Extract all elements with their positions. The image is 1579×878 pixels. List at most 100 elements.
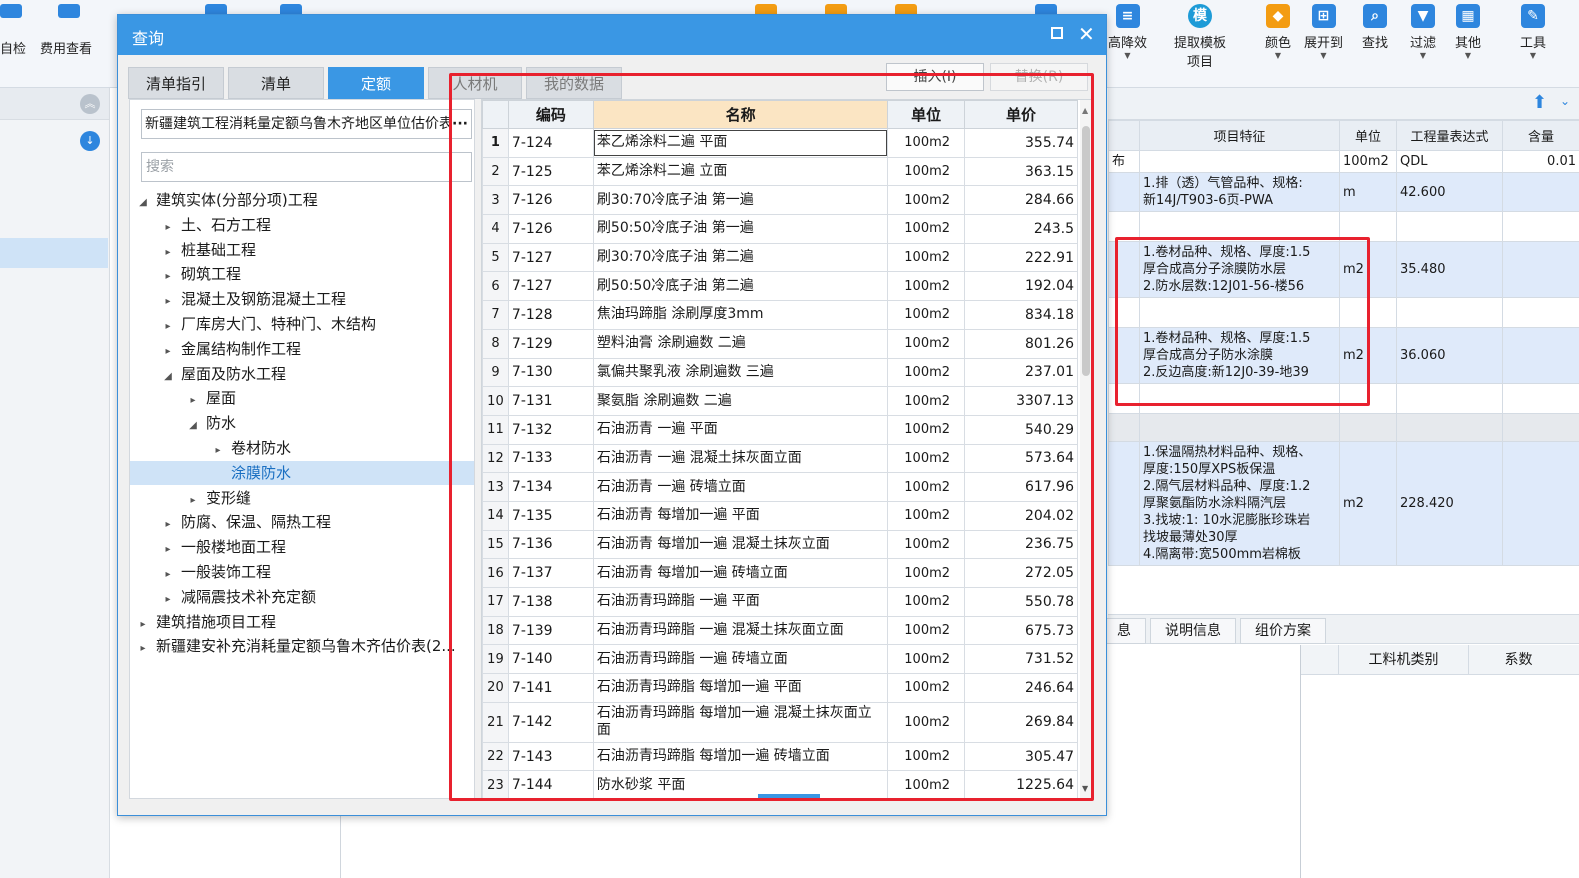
table-row[interactable]: 布 100m2 QDL 0.01: [1108, 150, 1579, 173]
table-row[interactable]: 12 7-133 石油沥青 一遍 混凝土抹灰面立面 100m2 573.64: [482, 443, 1079, 474]
toolbar-find[interactable]: ⌕ 查找: [1362, 4, 1388, 51]
name-cell[interactable]: 塑料油膏 涂刷遍数 二遍: [592, 328, 889, 359]
scroll-up-icon[interactable]: ▲: [1082, 106, 1088, 115]
tab-quota[interactable]: 定额: [328, 67, 424, 99]
toolbar-self-check[interactable]: 自检: [0, 38, 26, 57]
table-row[interactable]: 4 7-126 刷50:50冷底子油 第一遍 100m2 243.5: [482, 214, 1079, 244]
table-row[interactable]: 13 7-134 石油沥青 一遍 砖墙立面 100m2 617.96: [482, 472, 1079, 502]
name-cell[interactable]: 石油沥青玛蹄脂 每增加一遍 平面: [592, 673, 889, 703]
tree-node[interactable]: ▸ 卷材防水: [130, 436, 474, 460]
more-icon[interactable]: ···: [449, 110, 471, 138]
name-cell[interactable]: 刷50:50冷底子油 第二遍: [592, 271, 889, 302]
column-coefficient[interactable]: 系数: [1468, 645, 1568, 675]
column-unit[interactable]: 单位: [1339, 120, 1397, 151]
tree-node[interactable]: 涂膜防水: [130, 460, 474, 485]
tree-node[interactable]: ▸ 防腐、保温、隔热工程: [130, 510, 474, 534]
insert-button[interactable]: 插入(I): [886, 63, 984, 91]
column-name[interactable]: 名称: [592, 100, 889, 129]
expand-arrow-icon[interactable]: ▸: [136, 637, 150, 658]
table-row[interactable]: 22 7-143 石油沥青玛蹄脂 每增加一遍 砖墙立面 100m2 305.47: [482, 741, 1079, 772]
expand-arrow-icon[interactable]: ▸: [161, 216, 175, 237]
tree-node[interactable]: ▸ 厂库房大门、特种门、木结构: [130, 312, 474, 336]
tree-node[interactable]: ▸ 一般楼地面工程: [130, 535, 474, 559]
move-up-icon[interactable]: ⬆: [1532, 92, 1547, 113]
table-row[interactable]: 10 7-131 聚氨脂 涂刷遍数 二遍 100m2 3307.13: [482, 386, 1079, 416]
expand-arrow-icon[interactable]: ▸: [161, 315, 175, 336]
tree-node[interactable]: ▸ 减隔震技术补充定额: [130, 585, 474, 609]
name-cell[interactable]: 石油沥青 一遍 砖墙立面: [592, 472, 889, 502]
name-cell[interactable]: 氯偏共聚乳液 涂刷遍数 三遍: [592, 357, 889, 388]
search-input[interactable]: [141, 152, 472, 182]
column-unit[interactable]: 单位: [887, 100, 965, 129]
table-row[interactable]: 1 7-124 苯乙烯涂料二遍 平面 100m2 355.74: [482, 128, 1079, 158]
name-cell[interactable]: 石油沥青玛蹄脂 一遍 砖墙立面: [592, 644, 889, 675]
expand-arrow-icon[interactable]: ▸: [211, 439, 225, 460]
table-row[interactable]: 17 7-138 石油沥青玛蹄脂 一遍 平面 100m2 550.78: [482, 587, 1079, 617]
table-row[interactable]: 11 7-132 石油沥青 一遍 平面 100m2 540.29: [482, 414, 1079, 445]
table-row[interactable]: 5 7-127 刷30:70冷底子油 第二遍 100m2 222.91: [482, 242, 1079, 273]
name-cell[interactable]: 焦油玛蹄脂 涂刷厚度3mm: [592, 300, 889, 330]
tree-node[interactable]: ▸ 金属结构制作工程: [130, 337, 474, 361]
column-code[interactable]: 编码: [507, 100, 594, 129]
column-content[interactable]: 含量: [1502, 120, 1579, 151]
tree-node[interactable]: ▸ 建筑措施项目工程: [130, 610, 474, 634]
name-cell[interactable]: 石油沥青玛蹄脂 一遍 混凝土抹灰面立面: [592, 615, 889, 646]
row-number-header[interactable]: [482, 100, 509, 129]
name-cell[interactable]: 石油沥青玛蹄脂 一遍 平面: [592, 587, 889, 617]
left-strip-selected-row[interactable]: [0, 238, 108, 268]
table-row[interactable]: 9 7-130 氯偏共聚乳液 涂刷遍数 三遍 100m2 237.01: [482, 357, 1079, 388]
toolbar-filter[interactable]: ▼ 过滤 ▼: [1410, 4, 1436, 61]
name-cell[interactable]: 刷30:70冷底子油 第一遍: [592, 185, 889, 216]
column-name-partial[interactable]: [1108, 120, 1140, 151]
toolbar-expand-to[interactable]: ⊞ 展开到 ▼: [1304, 4, 1343, 61]
table-row[interactable]: 3 7-126 刷30:70冷底子油 第一遍 100m2 284.66: [482, 185, 1079, 216]
table-row[interactable]: 8 7-129 塑料油膏 涂刷遍数 二遍 100m2 801.26: [482, 328, 1079, 359]
toolbar-efficiency[interactable]: ≡ 高降效 ▼: [1108, 4, 1147, 61]
collapse-up-icon[interactable]: ︽: [80, 94, 100, 114]
toolbar-extract-template[interactable]: 模 提取模板 项目: [1174, 4, 1226, 70]
dialog-title-bar[interactable]: 查询 ✕: [118, 15, 1106, 55]
expand-arrow-icon[interactable]: ▸: [161, 538, 175, 559]
name-cell[interactable]: 石油沥青 每增加一遍 砖墙立面: [592, 558, 889, 588]
tree-node[interactable]: ▸ 混凝土及钢筋混凝土工程: [130, 287, 474, 311]
table-row[interactable]: [1108, 413, 1579, 442]
tree-node[interactable]: ▸ 桩基础工程: [130, 238, 474, 262]
name-cell[interactable]: 刷30:70冷底子油 第二遍: [592, 242, 889, 273]
expand-arrow-icon[interactable]: ▸: [161, 588, 175, 609]
table-row[interactable]: 1.排（透）气管品种、规格: 新14J/T903-6页-PWA m 42.600: [1108, 172, 1579, 212]
table-row[interactable]: 6 7-127 刷50:50冷底子油 第二遍 100m2 192.04: [482, 271, 1079, 302]
name-cell[interactable]: 石油沥青玛蹄脂 每增加一遍 混凝土抹灰面立面: [592, 701, 889, 743]
expand-arrow-icon[interactable]: ▸: [136, 613, 150, 634]
collapse-arrow-icon[interactable]: ◢: [161, 365, 175, 386]
table-row[interactable]: 15 7-136 石油沥青 每增加一遍 混凝土抹灰立面 100m2 236.75: [482, 529, 1079, 560]
name-cell[interactable]: 石油沥青 每增加一遍 混凝土抹灰立面: [592, 529, 889, 560]
tree-node[interactable]: ▸ 变形缝: [130, 486, 474, 510]
collapse-arrow-icon[interactable]: ◢: [136, 191, 150, 212]
tree-node[interactable]: ▸ 一般装饰工程: [130, 560, 474, 584]
maximize-icon[interactable]: [1051, 27, 1063, 39]
table-row[interactable]: 18 7-139 石油沥青玛蹄脂 一遍 混凝土抹灰面立面 100m2 675.73: [482, 615, 1079, 646]
expand-arrow-icon[interactable]: ▸: [186, 489, 200, 510]
tab-my-data[interactable]: 我的数据: [526, 67, 622, 99]
name-cell[interactable]: 石油沥青 一遍 平面: [592, 414, 889, 445]
tab-bill[interactable]: 清单: [228, 67, 324, 99]
expand-arrow-icon[interactable]: ▸: [161, 340, 175, 361]
column-quantity-expression[interactable]: 工程量表达式: [1396, 120, 1503, 151]
name-cell[interactable]: 石油沥青 每增加一遍 平面: [592, 500, 889, 531]
table-row[interactable]: 1.卷材品种、规格、厚度:1.5 厚合成高分子防水涂膜 2.反边高度:新12J0…: [1108, 327, 1579, 384]
expand-arrow-icon[interactable]: ▸: [161, 513, 175, 534]
toolbar-cost-view[interactable]: 费用查看: [40, 38, 92, 57]
table-row[interactable]: 14 7-135 石油沥青 每增加一遍 平面 100m2 204.02: [482, 500, 1079, 531]
expand-arrow-icon[interactable]: ▸: [161, 290, 175, 311]
quota-library-select[interactable]: 新疆建筑工程消耗量定额乌鲁木齐地区单位估价表 ···: [141, 109, 472, 139]
replace-button[interactable]: 替换(R): [990, 63, 1088, 91]
expand-arrow-icon[interactable]: ▸: [161, 563, 175, 584]
table-row[interactable]: [1108, 297, 1579, 328]
tree-node[interactable]: ◢ 屋面及防水工程: [130, 362, 474, 386]
tab-pricing-scheme[interactable]: 组价方案: [1240, 618, 1326, 644]
column-resource-category[interactable]: 工料机类别: [1338, 645, 1468, 675]
table-row[interactable]: 7 7-128 焦油玛蹄脂 涂刷厚度3mm 100m2 834.18: [482, 300, 1079, 330]
vertical-scrollbar[interactable]: ▲ ▼: [1080, 100, 1092, 798]
expand-arrow-icon[interactable]: ▸: [161, 241, 175, 262]
table-row[interactable]: 1.保温隔热材料品种、规格、 厚度:150厚XPS板保温 2.隔气层材料品种、厚…: [1108, 441, 1579, 566]
